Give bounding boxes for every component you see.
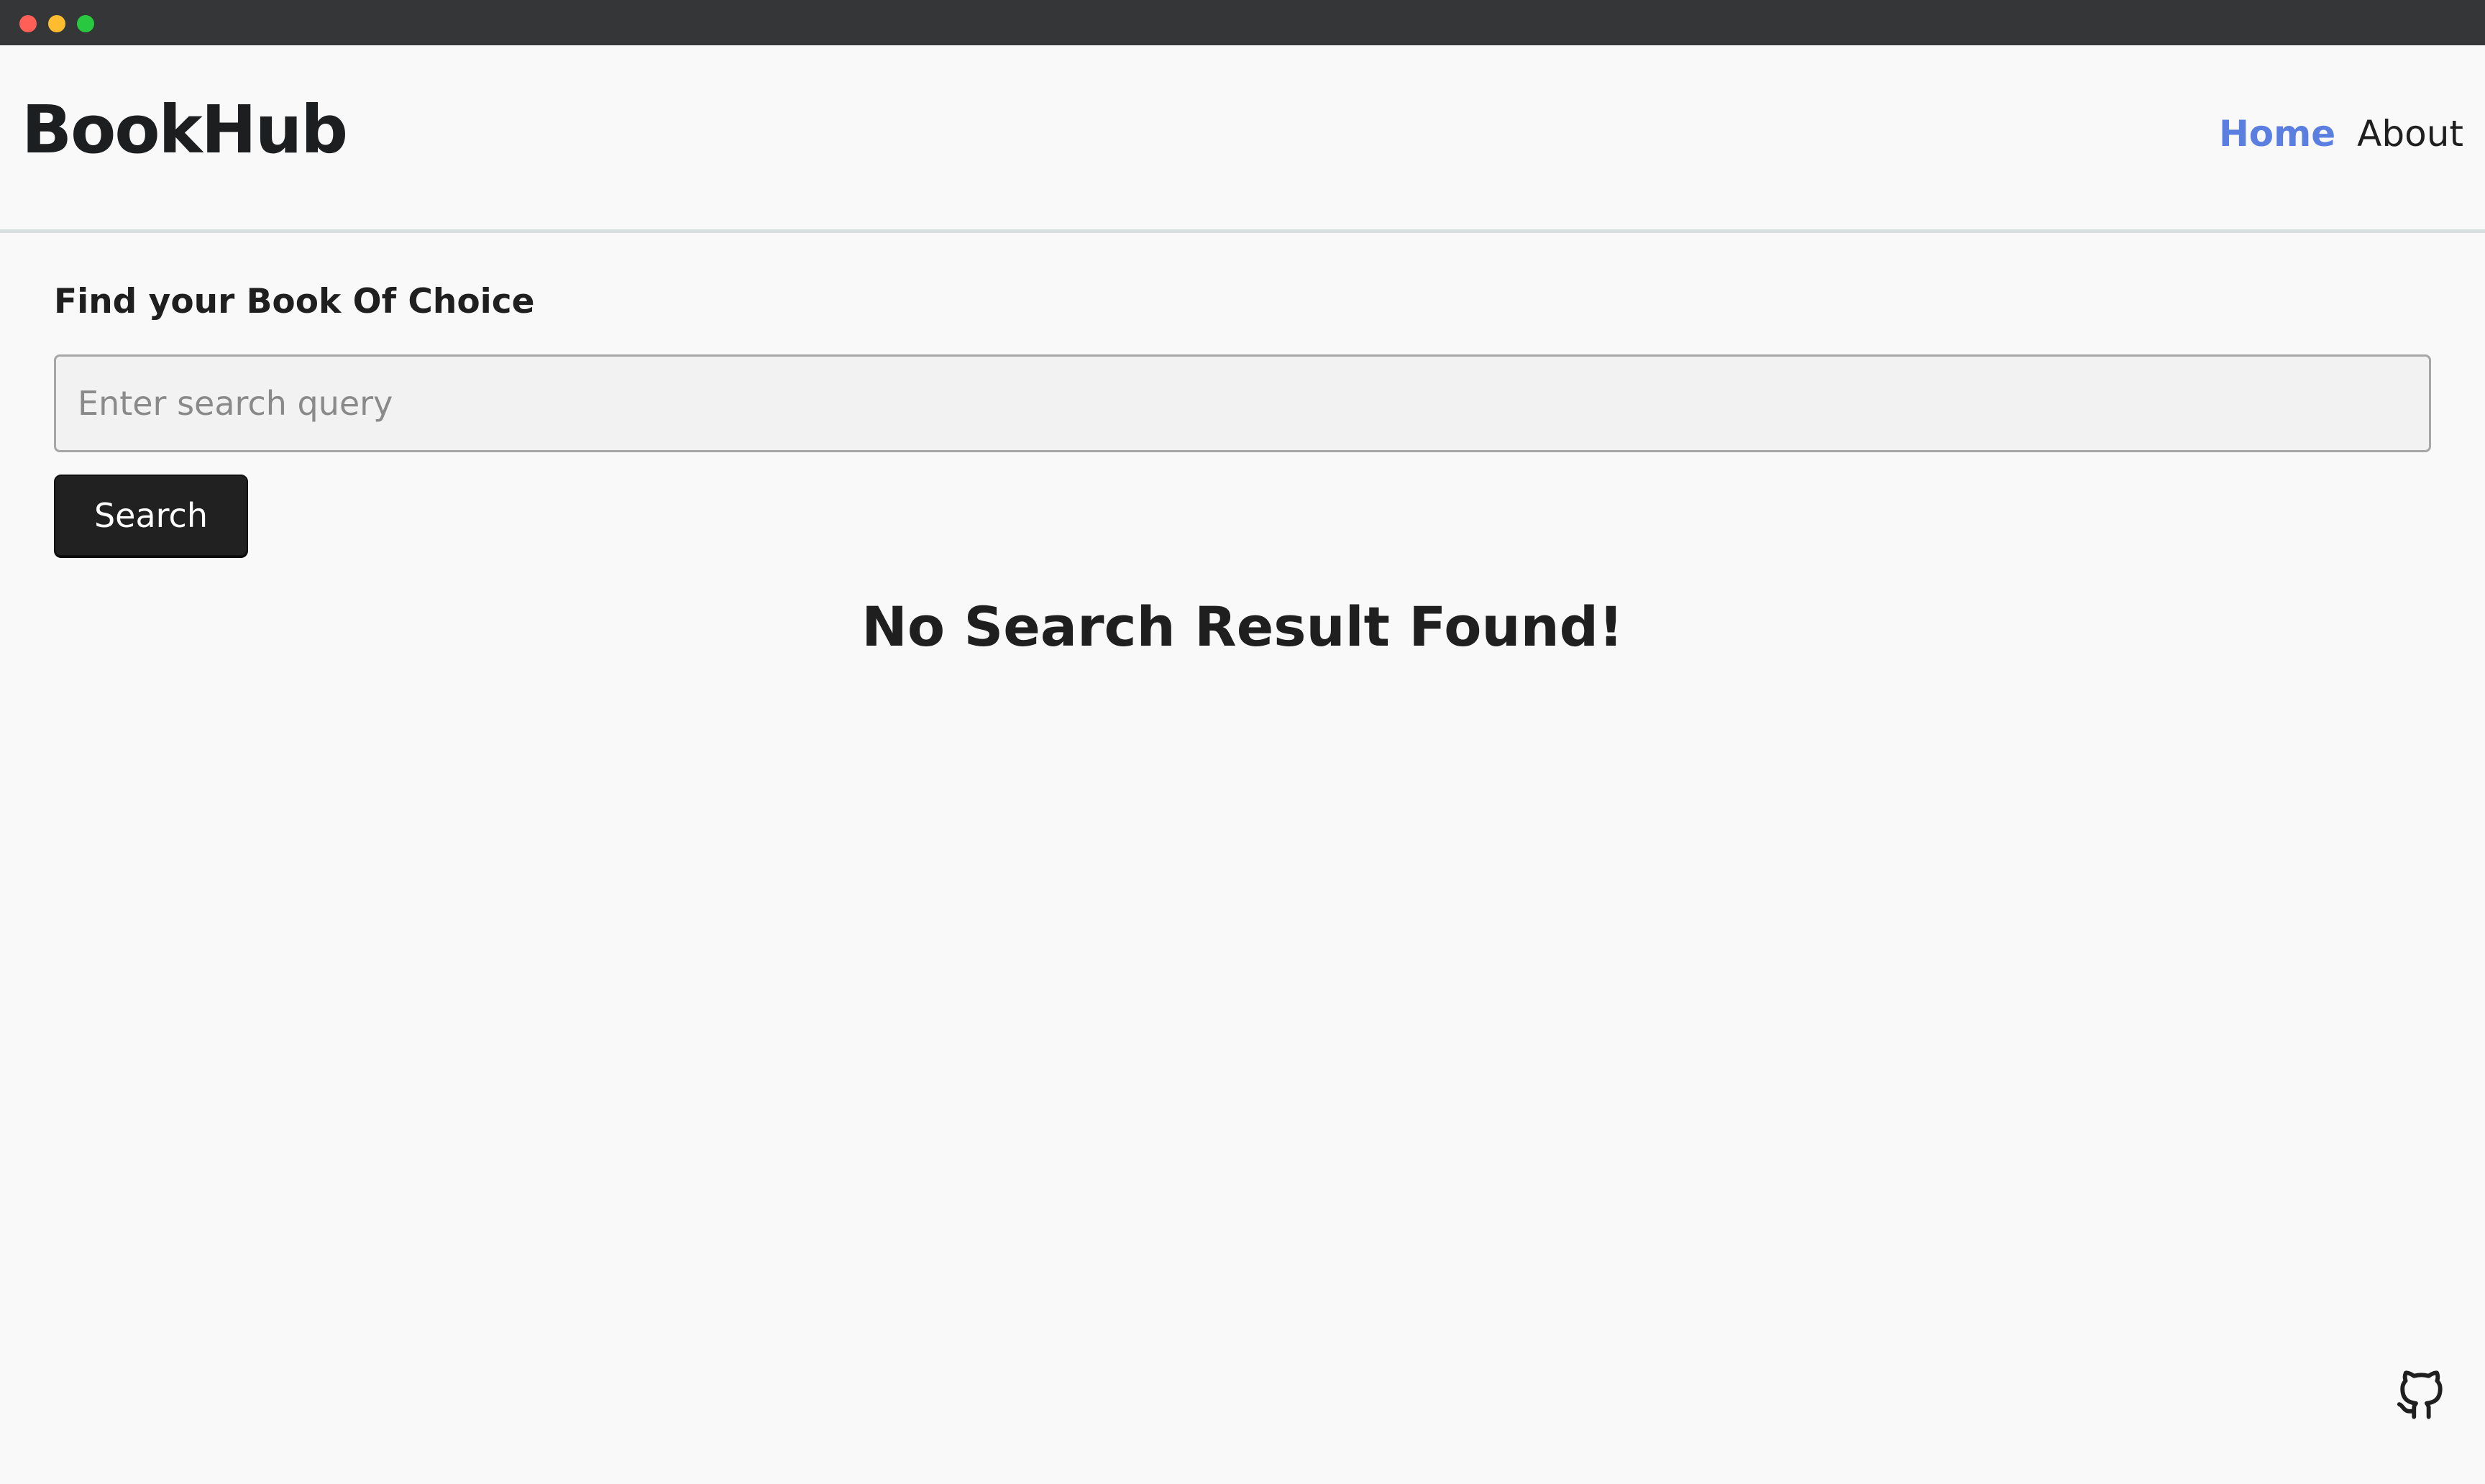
close-window-button[interactable] <box>19 15 37 32</box>
nav-link-about[interactable]: About <box>2357 116 2463 152</box>
search-heading: Find your Book Of Choice <box>54 282 535 321</box>
nav-link-home[interactable]: Home <box>2219 116 2335 152</box>
window-title-bar <box>0 0 2485 45</box>
main-nav: Home About <box>2219 116 2463 152</box>
github-icon <box>2397 1370 2443 1419</box>
no-results-message: No Search Result Found! <box>861 595 1624 659</box>
search-input[interactable] <box>54 354 2431 452</box>
brand-logo[interactable]: BookHub <box>22 97 348 163</box>
search-button[interactable]: Search <box>54 475 248 556</box>
site-header: BookHub Home About <box>0 45 2485 233</box>
github-link[interactable] <box>2395 1369 2445 1423</box>
minimize-window-button[interactable] <box>48 15 65 32</box>
maximize-window-button[interactable] <box>77 15 94 32</box>
